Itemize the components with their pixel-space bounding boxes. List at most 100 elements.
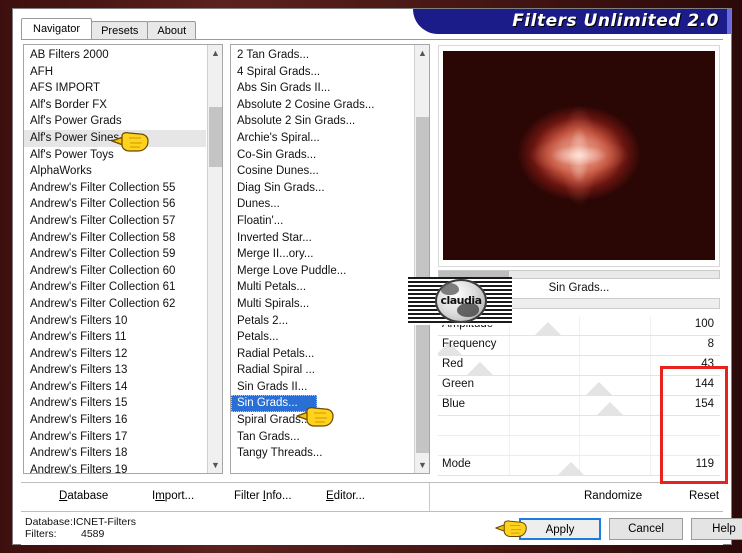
slider-marker[interactable]: [557, 462, 584, 475]
list-item[interactable]: Inverted Star...: [231, 230, 413, 247]
list-item[interactable]: Radial Spiral ...: [231, 362, 413, 379]
list-item[interactable]: Sin Grads...: [231, 395, 317, 413]
editor-button[interactable]: Editor...: [326, 490, 365, 502]
tab-presets[interactable]: Presets: [91, 21, 149, 39]
slider-tick: [579, 396, 580, 415]
claudia-watermark: claudia: [408, 277, 512, 325]
parameter-label: Frequency: [442, 338, 497, 350]
list-item[interactable]: Andrew's Filters 17: [24, 429, 206, 446]
list-item[interactable]: Andrew's Filter Collection 58: [24, 230, 206, 247]
list-item[interactable]: AlphaWorks: [24, 163, 206, 180]
cancel-button[interactable]: Cancel: [609, 518, 683, 540]
filter-effect-items[interactable]: 2 Tan Grads... 4 Spiral Grads... Abs Sin G…: [231, 45, 413, 473]
list-item[interactable]: Absolute 2 Cosine Grads...: [231, 97, 413, 114]
slider-tick: [649, 436, 651, 455]
list-item[interactable]: Diag Sin Grads...: [231, 180, 413, 197]
list-item[interactable]: Petals 2...: [231, 313, 413, 330]
slider-tick: [508, 356, 510, 375]
list-item[interactable]: Andrew's Filters 15: [24, 395, 206, 412]
parameter-row[interactable]: Green 144: [438, 376, 720, 396]
help-button[interactable]: Help: [691, 518, 742, 540]
parameter-row[interactable]: Blue 154: [438, 396, 720, 416]
list-item[interactable]: Andrew's Filters 10: [24, 313, 206, 330]
list-item[interactable]: Andrew's Filter Collection 60: [24, 263, 206, 280]
parameter-row[interactable]: Frequency 8: [438, 336, 720, 356]
list-item[interactable]: Alf's Power Grads: [24, 113, 206, 130]
list-item[interactable]: Dunes...: [231, 196, 413, 213]
list-item[interactable]: Floatin'...: [231, 213, 413, 230]
list-item[interactable]: Radial Petals...: [231, 346, 413, 363]
action-bar-divider: [429, 483, 430, 511]
main-body: AB Filters 2000 AFH AFS IMPORT Alf's Border…: [21, 40, 723, 480]
list-item[interactable]: 2 Tan Grads...: [231, 47, 413, 64]
slider-marker[interactable]: [467, 362, 494, 375]
slider-marker[interactable]: [585, 382, 612, 395]
list-item[interactable]: Alf's Power Toys: [24, 147, 206, 164]
list-item[interactable]: Merge II...ory...: [231, 246, 413, 263]
parameter-value: 100: [694, 318, 714, 330]
list-item[interactable]: Multi Petals...: [231, 279, 413, 296]
list-item[interactable]: AFH: [24, 64, 206, 81]
randomize-button[interactable]: Randomize: [584, 490, 642, 502]
list-item[interactable]: Andrew's Filter Collection 55: [24, 180, 206, 197]
scroll-up-icon[interactable]: ▲: [208, 45, 222, 61]
list-item[interactable]: Andrew's Filters 19: [24, 462, 206, 473]
list-item[interactable]: Andrew's Filter Collection 56: [24, 196, 206, 213]
filter-category-items[interactable]: AB Filters 2000 AFH AFS IMPORT Alf's Border…: [24, 45, 206, 473]
list-item[interactable]: Tangy Threads...: [231, 445, 413, 462]
list-item[interactable]: AB Filters 2000: [24, 47, 206, 64]
preview-and-parameters-panel: Sin Grads... Amplitude100Frequency8Red43…: [437, 44, 721, 476]
import-button[interactable]: Import...: [152, 490, 194, 502]
list-item[interactable]: Merge Love Puddle...: [231, 263, 413, 280]
list-item[interactable]: Multi Spirals...: [231, 296, 413, 313]
parameter-row[interactable]: Mode 119: [438, 456, 720, 476]
filter-category-list[interactable]: AB Filters 2000 AFH AFS IMPORT Alf's Border…: [23, 44, 223, 474]
left-list-scrollbar[interactable]: ▲ ▼: [207, 45, 222, 473]
slider-marker[interactable]: [597, 402, 624, 415]
list-item[interactable]: Andrew's Filters 11: [24, 329, 206, 346]
scroll-up-icon[interactable]: ▲: [415, 45, 429, 61]
list-item[interactable]: Andrew's Filters 18: [24, 445, 206, 462]
filters-label: Filters:: [25, 528, 57, 540]
filter-effect-list[interactable]: 2 Tan Grads... 4 Spiral Grads... Abs Sin G…: [230, 44, 430, 474]
reset-button[interactable]: Reset: [689, 490, 719, 502]
filter-info-button[interactable]: Filter Info...: [234, 490, 292, 502]
list-item[interactable]: Andrew's Filters 16: [24, 412, 206, 429]
list-item[interactable]: Andrew's Filters 12: [24, 346, 206, 363]
list-item[interactable]: Absolute 2 Sin Grads...: [231, 113, 413, 130]
list-item[interactable]: Andrew's Filters 13: [24, 362, 206, 379]
list-item[interactable]: Andrew's Filters 14: [24, 379, 206, 396]
parameter-row[interactable]: Red 43: [438, 356, 720, 376]
list-item[interactable]: Andrew's Filter Collection 57: [24, 213, 206, 230]
slider-marker[interactable]: [534, 322, 561, 335]
preview-frame[interactable]: [438, 45, 720, 267]
list-item[interactable]: Andrew's Filter Collection 59: [24, 246, 206, 263]
tab-bar[interactable]: Navigator Presets About: [21, 18, 197, 39]
slider-tick: [649, 356, 651, 375]
list-item[interactable]: Spiral Grads...: [231, 412, 413, 429]
list-item[interactable]: AFS IMPORT: [24, 80, 206, 97]
list-item[interactable]: Abs Sin Grads II...: [231, 80, 413, 97]
list-item[interactable]: Sin Grads II...: [231, 379, 413, 396]
tab-about[interactable]: About: [147, 21, 197, 39]
list-item[interactable]: Alf's Border FX: [24, 97, 206, 114]
scrollbar-thumb[interactable]: [209, 107, 222, 167]
scroll-down-icon[interactable]: ▼: [415, 457, 429, 473]
list-item[interactable]: Petals...: [231, 329, 413, 346]
tab-navigator[interactable]: Navigator: [21, 18, 93, 39]
list-item[interactable]: Andrew's Filter Collection 62: [24, 296, 206, 313]
list-item[interactable]: Archie's Spiral...: [231, 130, 413, 147]
list-item[interactable]: Cosine Dunes...: [231, 163, 413, 180]
list-item[interactable]: Co-Sin Grads...: [231, 147, 413, 164]
parameter-rows[interactable]: Amplitude100Frequency8Red43Green144Blue1…: [438, 316, 720, 476]
filter-preview-image[interactable]: [443, 51, 715, 260]
database-button[interactable]: Database: [59, 490, 108, 502]
parameter-label: Mode: [442, 458, 471, 470]
list-item[interactable]: Tan Grads...: [231, 429, 413, 446]
apply-button[interactable]: Apply: [519, 518, 601, 540]
scroll-down-icon[interactable]: ▼: [208, 457, 222, 473]
list-item[interactable]: Alf's Power Sines: [24, 129, 206, 147]
list-item[interactable]: 4 Spiral Grads...: [231, 64, 413, 81]
list-item[interactable]: Andrew's Filter Collection 61: [24, 279, 206, 296]
mid-list-scrollbar[interactable]: ▲ ▼: [414, 45, 429, 473]
